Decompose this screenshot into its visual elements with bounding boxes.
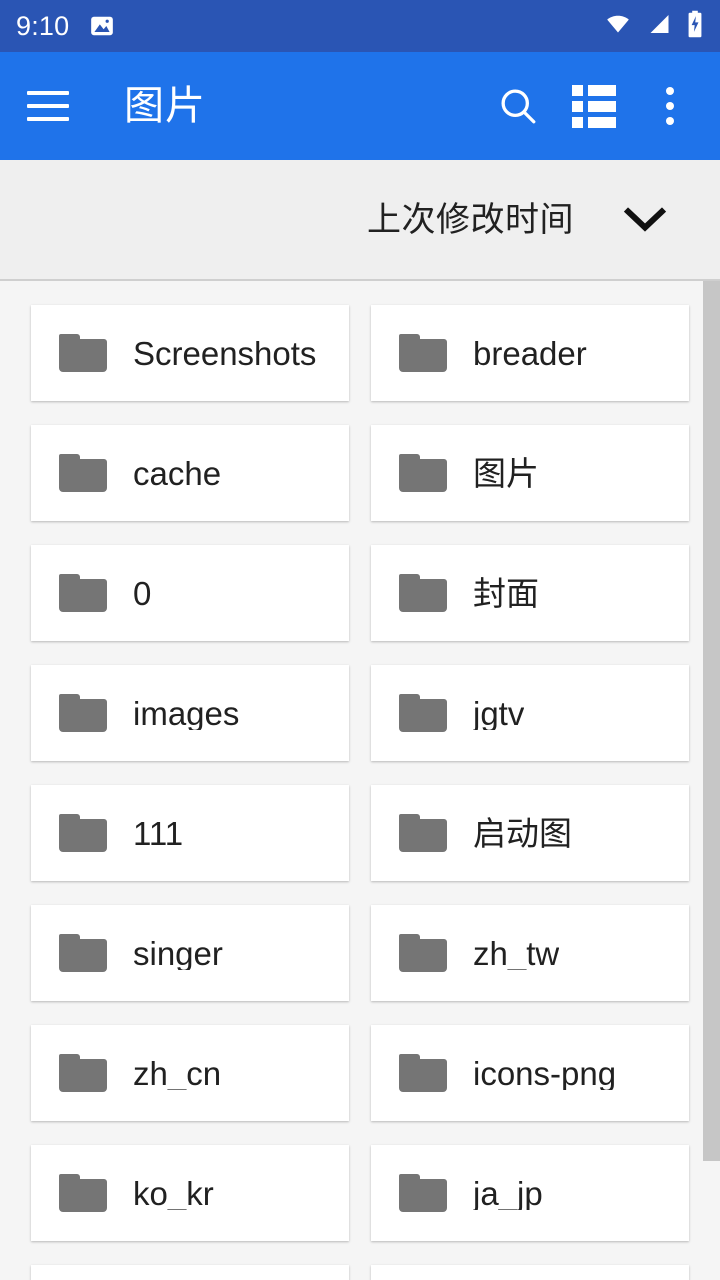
hamburger-menu-icon[interactable] [20,78,76,134]
cellular-signal-icon [646,12,673,41]
image-notification-icon [89,13,115,39]
folder-name: singer [133,936,223,970]
folder-icon [399,574,447,612]
chevron-down-icon [622,205,668,235]
scrollbar[interactable] [703,281,720,1280]
folder-icon [399,1174,447,1212]
folder-icon [399,454,447,492]
list-view-icon[interactable] [558,70,630,142]
folder-name: icons-png [473,1056,617,1090]
folder-name: 封面 [473,576,539,610]
status-clock: 9:10 [16,10,70,41]
app-root: 9:10 图片 上次修改时间 Screenshots breader cache… [0,0,720,1280]
folder-name: jgtv [473,696,525,730]
folder-name: Screenshots [133,336,317,370]
folder-card[interactable]: 0 [31,545,349,641]
folder-icon [399,694,447,732]
folder-icon [59,574,107,612]
status-icons [603,10,704,43]
page-title: 图片 [124,84,206,128]
battery-charging-icon [686,10,704,43]
folder-grid: Screenshots breader cache 图片 0 封面 images jgtv 11… [0,281,704,1280]
folder-name: breader [473,336,587,370]
folder-card[interactable]: ja_jp [371,1145,689,1241]
folder-name: ko_kr [133,1176,214,1210]
folder-name: images [133,696,240,730]
folder-name: 图片 [473,456,539,490]
app-bar: 图片 [0,52,720,160]
folder-name: cache [133,456,222,490]
folder-card[interactable] [371,1265,689,1280]
app-bar-actions [482,70,720,142]
scrollbar-thumb[interactable] [703,281,720,1161]
folder-card[interactable]: 111 [31,785,349,881]
folder-card[interactable]: 图片 [371,425,689,521]
folder-card[interactable] [31,1265,349,1280]
folder-icon [59,454,107,492]
folder-icon [399,334,447,372]
folder-card[interactable]: cache [31,425,349,521]
folder-card[interactable]: zh_tw [371,905,689,1001]
folder-card[interactable]: ko_kr [31,1145,349,1241]
sort-selector[interactable]: 上次修改时间 [0,160,720,279]
wifi-icon [603,12,633,41]
more-vertical-icon[interactable] [634,70,706,142]
folder-icon [399,814,447,852]
folder-icon [399,1054,447,1092]
folder-icon [59,694,107,732]
folder-name: zh_cn [133,1056,222,1090]
folder-icon [399,934,447,972]
sort-label: 上次修改时间 [367,200,574,239]
folder-card[interactable]: Screenshots [31,305,349,401]
search-icon[interactable] [482,70,554,142]
folder-card[interactable]: jgtv [371,665,689,761]
folder-icon [59,934,107,972]
folder-icon [59,334,107,372]
folder-card[interactable]: breader [371,305,689,401]
folder-name: 0 [133,576,152,610]
folder-card[interactable]: icons-png [371,1025,689,1121]
folder-card[interactable]: 启动图 [371,785,689,881]
folder-icon [59,814,107,852]
folder-card[interactable]: images [31,665,349,761]
folder-name: zh_tw [473,936,560,970]
folder-name: ja_jp [473,1176,543,1210]
folder-list-container[interactable]: Screenshots breader cache 图片 0 封面 images jgtv 11… [0,281,720,1280]
folder-icon [59,1174,107,1212]
folder-icon [59,1054,107,1092]
status-bar: 9:10 [0,0,720,52]
folder-card[interactable]: 封面 [371,545,689,641]
folder-name: 启动图 [473,816,572,850]
folder-card[interactable]: singer [31,905,349,1001]
folder-card[interactable]: zh_cn [31,1025,349,1121]
folder-name: 111 [133,816,184,850]
